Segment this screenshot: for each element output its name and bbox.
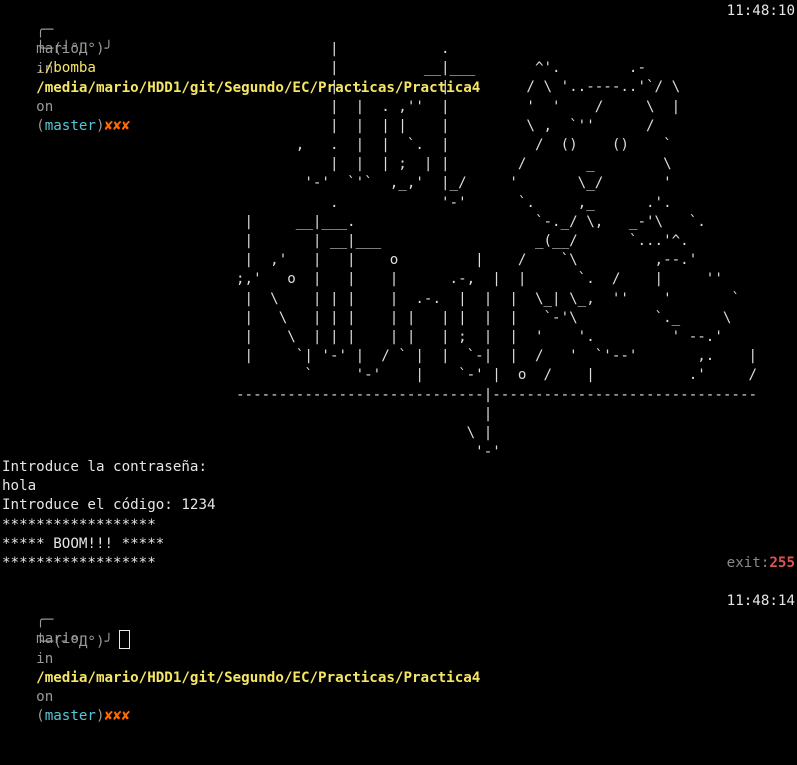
- git-branch: master: [44, 118, 96, 135]
- command-line-2[interactable]: ╰─(╯°Д°)╯: [2, 611, 795, 650]
- branch-paren-open: (: [36, 118, 45, 135]
- command-text: ./bomba: [36, 60, 96, 77]
- ascii-art-just-kidding: | . | __|___ ^'. .- | . | / \ '..----..'…: [236, 41, 758, 461]
- prompt-face: (╯°Д°)╯: [53, 634, 114, 651]
- prompt-face: (╯°Д°)╯: [53, 41, 114, 58]
- prompt-corner-bottom: ╰─: [36, 634, 54, 651]
- prompt-on: on: [36, 99, 54, 116]
- git-branch: master: [44, 708, 96, 725]
- output-password-prompt: Introduce la contraseña:: [2, 459, 207, 475]
- command-line: ╰─(╯°Д°)╯ ./bomba: [2, 21, 795, 76]
- git-dirty-marker: ✘✘✘: [104, 118, 131, 135]
- prompt-path: /media/mario/HDD1/git/Segundo/EC/Practic…: [36, 669, 481, 686]
- prompt-on: on: [36, 689, 54, 706]
- exit-code: 255: [769, 555, 795, 571]
- prompt-line: ╭─ mario in /media/mario/HDD1/git/Segund…: [2, 2, 795, 134]
- prompt-corner-bottom: ╰─: [36, 41, 54, 58]
- text-cursor[interactable]: [119, 630, 131, 650]
- output-password-input: hola: [2, 478, 37, 494]
- prompt-line-2: ╭─ mario in /media/mario/HDD1/git/Segund…: [2, 592, 795, 724]
- prompt-in: in: [36, 650, 54, 667]
- branch-paren-close: ): [95, 118, 105, 135]
- output-code-prompt: Introduce el código: 1234: [2, 497, 216, 513]
- output-boom: ***** BOOM!!! *****: [2, 536, 165, 552]
- git-dirty-marker: ✘✘✘: [104, 708, 131, 725]
- exit-label: exit:: [726, 555, 770, 571]
- branch-paren-close: ): [95, 708, 105, 725]
- exit-status: exit:255: [727, 554, 795, 573]
- prompt-time: 11:48:10: [726, 3, 795, 19]
- output-stars-top: ******************: [2, 517, 156, 533]
- branch-paren-open: (: [36, 708, 45, 725]
- output-stars-bottom: ******************: [2, 555, 156, 571]
- prompt-time: 11:48:14: [726, 593, 795, 609]
